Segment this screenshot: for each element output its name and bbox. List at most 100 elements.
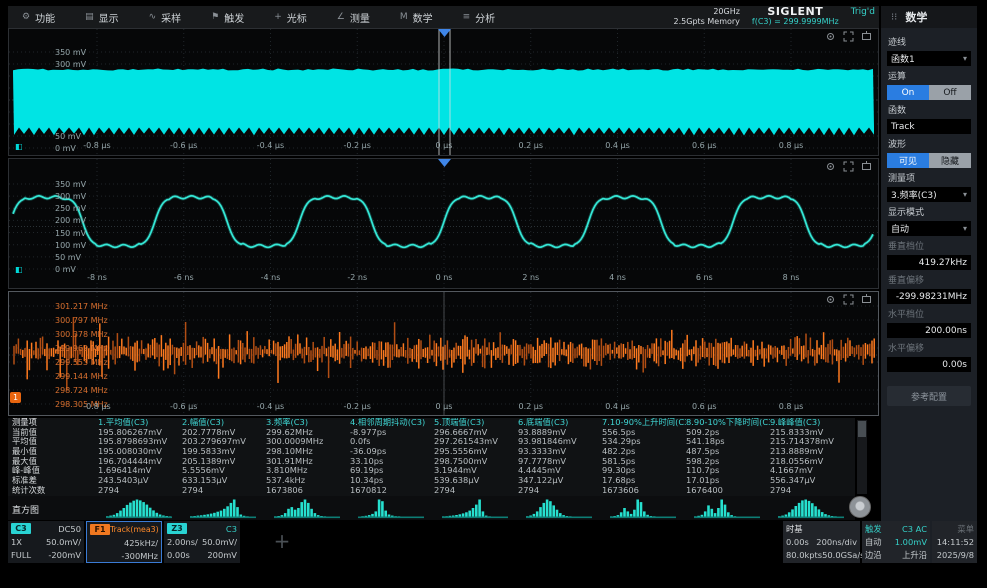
menu-item-显示[interactable]: ▤ 显示 (85, 10, 119, 25)
function-f1-descriptor[interactable]: F1 Track(mea3) 425kHz/ -300MHz (86, 521, 162, 563)
panel-maximize-icon[interactable] (843, 31, 854, 42)
menu-item-label: 采样 (161, 13, 182, 25)
measurement-column-header[interactable]: 7.10-90%上升时间(C3) (602, 418, 686, 428)
channel-c3-badge: C3 (11, 523, 31, 534)
status-block: 20GHz 2.5Gpts Memory SIGLENT f(C3) = 299… (673, 6, 879, 27)
add-trace-button[interactable]: + (270, 529, 294, 553)
table-row: 最小值 195.008030mV 199.5833mV 298.10MHz -36.09… (8, 447, 855, 457)
measurement-column-header[interactable]: 1.平均值(C3) (98, 418, 182, 428)
trigger-descriptor[interactable]: 触发 C3 AC 自动 1.00mV 边沿 上升沿 (862, 521, 930, 563)
math-dialog-header[interactable]: ⁝⁝ 数学 (881, 6, 977, 28)
menu-item-分析[interactable]: ≡ 分析 (463, 10, 496, 25)
row-label: 当前值 (12, 427, 37, 437)
measurement-value: 5.5556mV (182, 466, 225, 476)
c3-coupling: DC50 (58, 523, 81, 534)
panel-settings-icon[interactable] (825, 294, 836, 305)
f1-offset-marker: 1 (10, 392, 21, 403)
menu-item-触发[interactable]: ⚑ 触发 (211, 10, 244, 25)
gear-icon: ⚙ (22, 12, 31, 22)
measurement-value: 598.2ps (686, 456, 720, 466)
menu-item-测量[interactable]: ∠ 测量 (337, 10, 370, 25)
waveform-hidden-button[interactable]: 隐藏 (929, 153, 971, 168)
channel-zero-marker: ◧ (15, 142, 23, 151)
c3-bandwidth: FULL (11, 549, 32, 560)
clock-menu-box[interactable]: 菜单 14:11:52 2025/9/8 (932, 521, 977, 563)
table-scrollbar-thumb[interactable] (858, 421, 866, 437)
channel-c3-descriptor[interactable]: C3 DC50 1X 50.0mV/ FULL -200mV (8, 521, 84, 563)
menu-item-数学[interactable]: M 数学 (400, 10, 433, 25)
row-label: 平均值 (12, 437, 37, 447)
measurement-column-header[interactable]: 3.频率(C3) (266, 418, 350, 428)
operation-toggle: On Off (887, 85, 971, 100)
vertical-scale-label: 垂直档位 (888, 242, 925, 252)
operation-on-button[interactable]: On (887, 85, 929, 100)
measurement-value: 295.5556mV (434, 447, 488, 457)
panel-settings-icon[interactable] (825, 31, 836, 42)
panel-settings-icon[interactable] (825, 161, 836, 172)
function-label: 函数 (888, 106, 907, 116)
panel-toolbar (825, 31, 872, 42)
histogram-label: 直方图 (12, 506, 40, 516)
panel-move-icon[interactable] (861, 294, 872, 305)
row-label: 最大值 (12, 456, 37, 466)
vertical-offset-field[interactable]: -299.98231MHz (887, 289, 971, 304)
measurement-column-header[interactable]: 4.相邻周期抖动(C3) (350, 418, 434, 428)
measurement-column-header[interactable]: 8.90-10%下降时间(C3) (686, 418, 770, 428)
measurement-value: 110.7ps (686, 466, 720, 476)
measurement-value: 299.62MHz (266, 427, 313, 437)
drag-knob-button[interactable] (849, 496, 871, 518)
row-label: 峰-峰值 (12, 466, 40, 476)
measurement-value: 17.01ps (686, 476, 720, 486)
panel-maximize-icon[interactable] (843, 161, 854, 172)
zoom-waveform-panel[interactable]: 350 mV 300 mV 250 mV 200 mV 150 mV 100 mV 50 m… (8, 158, 879, 289)
main-timebase-panel[interactable]: 350 mV 300 mV 50 mV 0 mV -0.8 µs -0.6 µs -0.4 … (8, 28, 879, 156)
menu-item-光标[interactable]: + 光标 (274, 10, 307, 25)
measurement-histogram (104, 497, 176, 519)
waveform-visible-button[interactable]: 可见 (887, 153, 929, 168)
measurement-histogram (608, 497, 680, 519)
panel-move-icon[interactable] (861, 161, 872, 172)
operation-off-button[interactable]: Off (929, 85, 971, 100)
table-scrollbar[interactable] (857, 420, 867, 494)
menu-item-功能[interactable]: ⚙ 功能 (22, 10, 55, 25)
memory-label: 2.5Gpts Memory (673, 17, 740, 26)
measure-item-select[interactable]: 3.频率(C3) ▾ (887, 187, 971, 202)
panel-toolbar (825, 294, 872, 305)
display-icon: ▤ (85, 12, 94, 22)
z3-delay: 0.00s (167, 549, 190, 560)
measurement-column-header[interactable]: 9.峰峰值(C3) (770, 418, 854, 428)
measure-item-value: 3.频率(C3) (891, 191, 937, 201)
track-function-panel[interactable]: 301.217 MHz 300.797 MHz 300.378 MHz 299.969… (8, 291, 879, 416)
panel-move-icon[interactable] (861, 31, 872, 42)
timebase-delay: 0.00s (786, 536, 809, 547)
timebase-descriptor[interactable]: 时基 0.00s 200ns/div 80.0kpts 50.0GSa/s (783, 521, 865, 563)
menu-item-采样[interactable]: ∿ 采样 (149, 10, 182, 25)
function-value-box[interactable]: Track (887, 119, 971, 134)
horizontal-scale-field[interactable]: 200.00ns (887, 323, 971, 338)
trigger-mode: 自动 (865, 536, 882, 547)
measurement-value: 541.18ps (686, 437, 725, 447)
measurement-histogram (776, 497, 848, 519)
measurement-column-header[interactable]: 2.幅值(C3) (182, 418, 266, 428)
timebase-scale: 200ns/div (816, 536, 857, 547)
reference-config-button[interactable]: 参考配置 (887, 386, 971, 406)
trigger-type: 边沿 (865, 549, 882, 560)
measurement-histogram (188, 497, 260, 519)
measurement-value: 2794 (434, 485, 456, 495)
horizontal-offset-field[interactable]: 0.00s (887, 357, 971, 372)
vertical-scale-field[interactable]: 419.27kHz (887, 255, 971, 270)
chevron-down-icon: ▾ (962, 224, 967, 233)
trace-select[interactable]: 函数1 ▾ (887, 51, 971, 66)
measurement-value: 196.704444mV (98, 456, 162, 466)
zoom-z3-descriptor[interactable]: Z3 C3 2.00ns/ 50.0mV/ 0.00s 200mV (164, 521, 240, 563)
measurement-value: 93.981846mV (518, 437, 577, 447)
f1-offset: -300MHz (121, 550, 158, 561)
measurement-column-header[interactable]: 6.底端值(C3) (518, 418, 602, 428)
measurement-value: 296.6667mV (434, 427, 488, 437)
panel-maximize-icon[interactable] (843, 294, 854, 305)
measurement-value: 1673806 (266, 485, 303, 495)
measurement-value: 633.153µV (182, 476, 228, 486)
measurement-column-header[interactable]: 5.顶端值(C3) (434, 418, 518, 428)
display-mode-select[interactable]: 自动 ▾ (887, 221, 971, 236)
math-icon: M (399, 12, 408, 22)
